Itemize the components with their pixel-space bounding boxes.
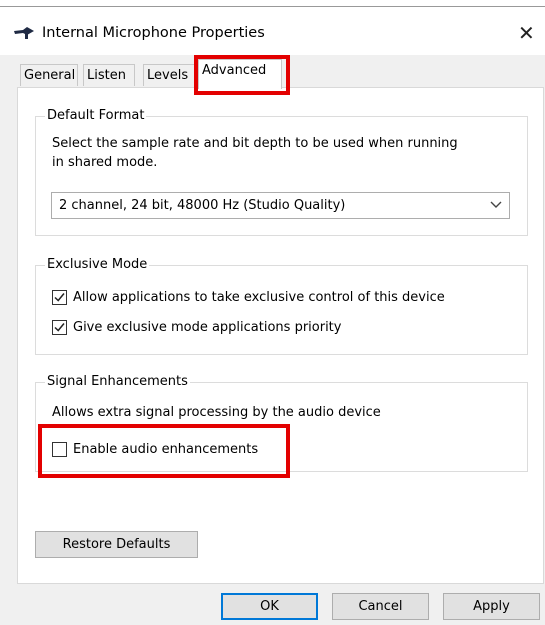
sample-rate-value: 2 channel, 24 bit, 48000 Hz (Studio Qual…: [59, 198, 346, 213]
exclusive-mode-legend: Exclusive Mode: [45, 256, 150, 274]
allow-exclusive-control-label: Allow applications to take exclusive con…: [73, 289, 445, 305]
default-format-description-line1: Select the sample rate and bit depth to …: [52, 136, 458, 151]
tab-advanced[interactable]: Advanced: [198, 59, 282, 89]
enable-audio-enhancements-option[interactable]: Enable audio enhancements: [52, 439, 258, 459]
exclusive-priority-checkbox[interactable]: [52, 319, 67, 335]
cancel-button[interactable]: Cancel: [332, 593, 429, 620]
sample-rate-select[interactable]: 2 channel, 24 bit, 48000 Hz (Studio Qual…: [51, 192, 510, 219]
tab-general[interactable]: General: [20, 64, 78, 86]
restore-defaults-button[interactable]: Restore Defaults: [35, 531, 198, 558]
tab-levels[interactable]: Levels: [143, 64, 195, 86]
window-title: Internal Microphone Properties: [42, 25, 265, 41]
signal-enhancements-group: Signal Enhancements Allows extra signal …: [35, 373, 528, 472]
default-format-legend: Default Format: [45, 107, 147, 125]
advanced-tab-panel: Default Format Select the sample rate an…: [17, 87, 544, 584]
close-icon[interactable]: ✕: [518, 21, 535, 45]
default-format-description-line2: in shared mode.: [52, 155, 158, 170]
exclusive-mode-group: Exclusive Mode Allow applications to tak…: [35, 256, 528, 355]
checkmark-icon: [54, 292, 65, 302]
checkmark-icon: [54, 322, 65, 332]
signal-enhancements-legend: Signal Enhancements: [45, 373, 190, 391]
exclusive-priority-label: Give exclusive mode applications priorit…: [73, 319, 342, 335]
apply-button[interactable]: Apply: [443, 593, 540, 620]
enable-audio-enhancements-checkbox[interactable]: [52, 441, 67, 457]
allow-exclusive-control-option[interactable]: Allow applications to take exclusive con…: [52, 287, 445, 307]
title-bar: Internal Microphone Properties ✕: [0, 9, 545, 55]
signal-enhancements-description: Allows extra signal processing by the au…: [52, 405, 381, 420]
ok-button[interactable]: OK: [221, 593, 318, 620]
top-strip: [0, 0, 545, 9]
microphone-icon: [13, 27, 35, 41]
allow-exclusive-control-checkbox[interactable]: [52, 289, 67, 305]
tab-bar: General Listen Levels Advanced: [0, 55, 545, 89]
default-format-group: Default Format Select the sample rate an…: [35, 107, 528, 236]
exclusive-priority-option[interactable]: Give exclusive mode applications priorit…: [52, 317, 341, 337]
tab-listen[interactable]: Listen: [83, 64, 135, 86]
enable-audio-enhancements-label: Enable audio enhancements: [73, 441, 259, 457]
chevron-down-icon: [489, 197, 503, 211]
